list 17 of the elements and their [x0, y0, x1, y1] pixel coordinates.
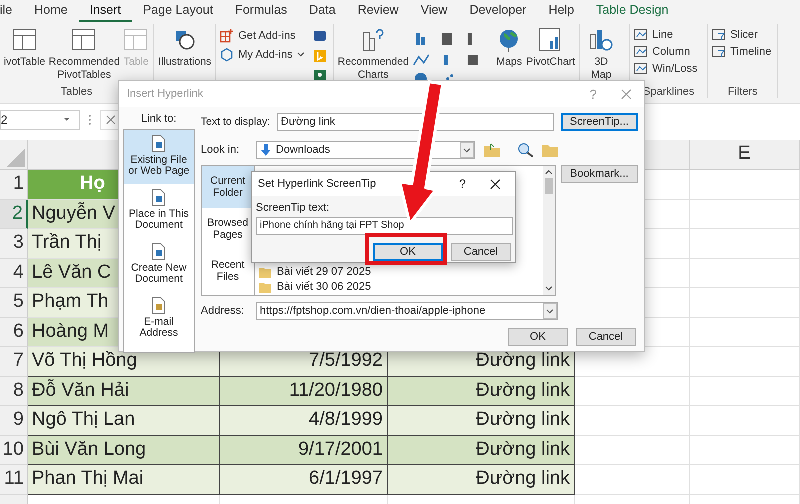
group-label: Tables [60, 86, 93, 98]
table-cell: 4/8/1999 [220, 406, 388, 436]
dialog-title: Insert Hyperlink [127, 88, 204, 100]
field-label: ScreenTip text: [256, 202, 331, 214]
group-label: Filters [728, 86, 758, 98]
table-cell: 9/17/2001 [220, 436, 388, 465]
table-cell: 11/20/1980 [220, 376, 388, 406]
field-label: Look in: [201, 144, 241, 156]
table-cell: Bùi Văn Long [28, 436, 220, 465]
group-label: Sparklines [643, 86, 695, 98]
table-cell: 6/1/1997 [220, 465, 388, 494]
table-cell: Phan Thị Mai [28, 465, 220, 494]
dialog-title: Set Hyperlink ScreenTip [258, 178, 378, 190]
table-cell: Ngô Thị Lan [28, 406, 220, 436]
link-to-label: Link to: [140, 112, 178, 127]
table-cell: Đỗ Văn Hải [28, 376, 220, 406]
field-label: Text to display: [201, 116, 272, 128]
